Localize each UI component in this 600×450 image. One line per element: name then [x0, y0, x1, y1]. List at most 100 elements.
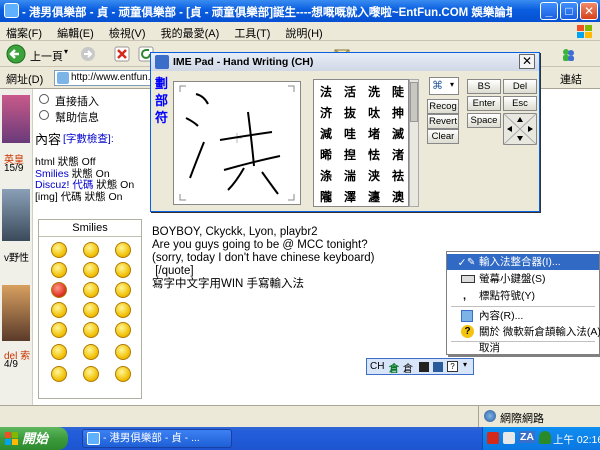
maximize-button[interactable]: □ — [560, 2, 578, 20]
stop-icon[interactable] — [114, 46, 130, 62]
candidate-char[interactable]: 澳 — [386, 187, 410, 208]
smiley-icon[interactable] — [51, 366, 67, 382]
candidate-char[interactable]: 澤 — [338, 187, 362, 208]
back-button[interactable]: 上一頁 ▾ — [6, 44, 72, 64]
recog-button[interactable]: Recog — [427, 99, 459, 114]
smiley-icon[interactable] — [115, 262, 131, 278]
smiley-icon[interactable] — [83, 344, 99, 360]
candidate-char[interactable]: 堵 — [362, 124, 386, 145]
candidate-char[interactable]: 涤 — [314, 166, 338, 187]
language-indicator[interactable]: CH — [370, 361, 384, 372]
message-body[interactable]: BOYBOY, Ckyckk, Lyon, playbr2 Are you gu… — [152, 226, 452, 291]
ime-tray-indicator[interactable]: ZA — [519, 431, 535, 443]
user-avatar[interactable] — [2, 95, 30, 143]
delete-button[interactable]: Del — [503, 79, 537, 94]
candidate-char[interactable]: 祛 — [386, 166, 410, 187]
space-button[interactable]: Space — [467, 113, 501, 128]
forward-arrow-icon[interactable] — [80, 46, 96, 62]
smiley-icon[interactable] — [51, 322, 67, 338]
language-bar[interactable]: CH 倉 倉 ? ▾ — [366, 358, 474, 375]
word-count-link[interactable]: [字數檢查]: — [63, 131, 114, 146]
candidate-char[interactable]: 抜 — [338, 103, 362, 124]
candidate-char[interactable]: 陡 — [386, 82, 410, 103]
ime-close-button[interactable]: ✕ — [519, 54, 535, 69]
smiley-icon[interactable] — [115, 322, 131, 338]
radio-direct-insert[interactable] — [39, 94, 49, 104]
smiley-icon[interactable] — [115, 302, 131, 318]
ime-tab-stroke[interactable]: 劃 — [155, 75, 171, 92]
smiley-icon[interactable] — [51, 242, 67, 258]
candidate-char[interactable]: 隴 — [314, 187, 338, 208]
menu-favorites[interactable]: 我的最愛(A) — [155, 22, 226, 41]
menu-file[interactable]: 檔案(F) — [0, 22, 48, 41]
smiley-icon[interactable] — [83, 242, 99, 258]
tray-app-icon[interactable] — [487, 432, 499, 444]
candidate-char[interactable]: 哇 — [338, 124, 362, 145]
menu-view[interactable]: 檢視(V) — [103, 22, 152, 41]
user-avatar[interactable] — [2, 189, 30, 241]
minimize-button[interactable]: _ — [540, 2, 558, 20]
candidate-char[interactable]: 減 — [314, 124, 338, 145]
candidate-char[interactable]: 怯 — [362, 145, 386, 166]
half-full-width-icon[interactable] — [419, 362, 429, 372]
keyboard-icon[interactable] — [433, 362, 443, 372]
arrow-keys-pad[interactable] — [503, 113, 537, 145]
smiley-icon[interactable] — [83, 322, 99, 338]
links-label[interactable]: 連結 — [560, 71, 582, 87]
window-title-bar[interactable]: - 港男俱樂部 - 貞 - 顽童俱樂部 - [貞 - 顽童俱樂部]誕生----想… — [0, 0, 600, 22]
escape-button[interactable]: Esc — [503, 96, 537, 111]
enter-button[interactable]: Enter — [467, 96, 501, 111]
network-icon[interactable] — [503, 432, 515, 444]
radio-help[interactable] — [39, 110, 49, 120]
candidate-char[interactable]: 晞 — [314, 145, 338, 166]
candidate-scrollbar[interactable] — [409, 79, 419, 207]
ime-title-bar[interactable]: IME Pad - Hand Writing (CH) ✕ — [151, 53, 539, 71]
candidate-char[interactable]: 浃 — [362, 166, 386, 187]
menu-item-punctuation[interactable]: , 標點符號(Y) — [447, 288, 599, 304]
ime-pad-window[interactable]: IME Pad - Hand Writing (CH) ✕ 劃 部 符 法 活 … — [150, 52, 540, 212]
revert-button[interactable]: Revert — [427, 114, 459, 129]
speaker-icon[interactable] — [539, 431, 551, 444]
ime-tab-radical[interactable]: 部 — [155, 92, 171, 109]
backspace-button[interactable]: BS — [467, 79, 501, 94]
messenger-icon[interactable] — [560, 46, 576, 62]
handwriting-canvas[interactable] — [173, 81, 301, 205]
menu-item-about[interactable]: ? 關於 微軟新倉頡輸入法(A)... — [447, 324, 600, 340]
start-button[interactable]: 開始 — [0, 427, 68, 450]
menu-item-ime-integrator[interactable]: ✓ ✎ 輸入法整合器(I)... — [447, 254, 599, 270]
devil-smiley-icon[interactable] — [51, 282, 67, 298]
smiley-icon[interactable] — [115, 242, 131, 258]
candidate-char[interactable]: 渚 — [386, 145, 410, 166]
cool-smiley-icon[interactable] — [115, 282, 131, 298]
smiley-icon[interactable] — [115, 366, 131, 382]
menu-item-cancel[interactable]: 取消 — [447, 340, 599, 356]
ime-tab-symbol[interactable]: 符 — [155, 109, 171, 126]
candidate-char[interactable]: 瀍 — [362, 187, 386, 208]
menu-edit[interactable]: 編輯(E) — [51, 22, 100, 41]
sleepy-smiley-icon[interactable] — [115, 344, 131, 360]
menu-item-onscreen-keyboard[interactable]: 螢幕小鍵盤(S) — [447, 271, 599, 287]
candidate-char[interactable]: 呔 — [362, 103, 386, 124]
smiley-icon[interactable] — [83, 262, 99, 278]
smiley-icon[interactable] — [51, 344, 67, 360]
address-input[interactable]: http://www.entfun.com/bb — [54, 70, 154, 86]
candidate-char[interactable]: 抻 — [386, 103, 410, 124]
smiley-icon[interactable] — [83, 282, 99, 298]
candidate-char[interactable]: 揑 — [338, 145, 362, 166]
smiley-icon[interactable] — [83, 366, 99, 382]
candidate-char[interactable]: 滅 — [386, 124, 410, 145]
ime-options-dropdown[interactable]: ⌘ ▾ — [429, 77, 459, 95]
menu-help[interactable]: 說明(H) — [279, 22, 328, 41]
ime-mode-button[interactable]: 倉 — [403, 360, 413, 375]
candidate-char[interactable]: 法 — [314, 82, 338, 103]
taskbar-item-ie[interactable]: - 港男俱樂部 - 貞 - ... — [82, 429, 232, 448]
smiley-icon[interactable] — [51, 262, 67, 278]
candidate-char[interactable]: 洗 — [362, 82, 386, 103]
candidate-char[interactable]: 济 — [314, 103, 338, 124]
chevron-down-icon[interactable]: ▾ — [463, 360, 467, 369]
help-icon[interactable]: ? — [447, 361, 458, 372]
candidate-char[interactable]: 活 — [338, 82, 362, 103]
smiley-icon[interactable] — [83, 302, 99, 318]
user-avatar[interactable] — [2, 285, 30, 341]
candidate-char[interactable]: 湍 — [338, 166, 362, 187]
